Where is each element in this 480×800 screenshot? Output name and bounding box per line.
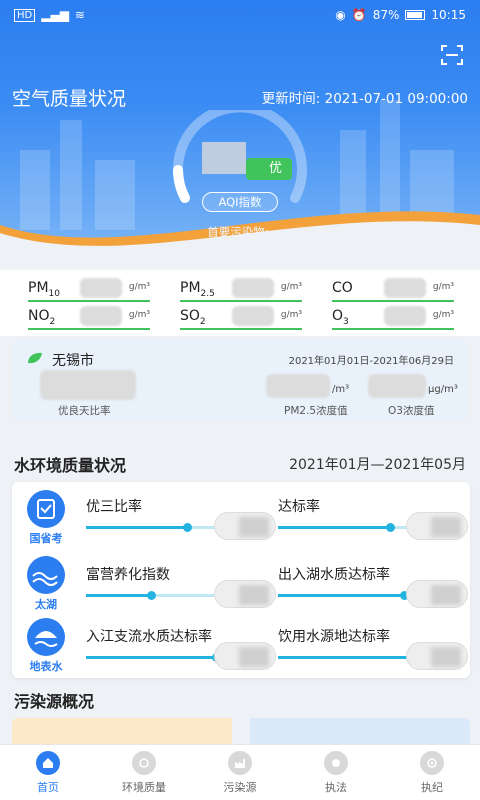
page-title: 空气质量状况: [12, 88, 127, 110]
tab-environment-quality[interactable]: 环境质量: [96, 745, 192, 800]
signal-icon: ▂▄▆: [41, 8, 69, 22]
value-bubble: [406, 642, 468, 670]
tab-label: 执法: [325, 781, 347, 794]
icon-caption: 地表水: [29, 660, 63, 673]
pollutant-name: PM: [28, 280, 49, 296]
pollutant-panel: PM10 g/m³ PM2.5 g/m³ CO g/m³ NO2 g/m³ SO…: [0, 270, 480, 336]
value-bubble: [214, 512, 276, 540]
icon-caption: 国省考: [29, 532, 63, 545]
pollutant-name: SO: [180, 308, 200, 324]
pollutant-name: O: [332, 308, 344, 324]
metric-eutrophication-index[interactable]: 富营养化指数: [86, 564, 276, 608]
pollution-source-title: 污染源概况: [14, 692, 95, 711]
pollutant-unit: g/m³: [128, 310, 150, 320]
alarm-icon: ⏰: [351, 8, 367, 22]
primary-pollutant: 首要污染物:-: [207, 225, 273, 239]
pollutant-sub: 3: [343, 316, 349, 327]
pollutant-no2[interactable]: NO2 g/m³: [28, 304, 150, 330]
value-bubble: [406, 512, 468, 540]
aqi-level-badge: 优: [246, 158, 292, 180]
pollutant-unit: g/m³: [128, 282, 150, 292]
value-bubble: [406, 580, 468, 608]
city-summary-card[interactable]: 无锡市 2021年01月01日-2021年06月29日 优良天比率 /m³ PM…: [14, 340, 466, 422]
factory-icon: [228, 751, 252, 775]
value-bubble: [214, 642, 276, 670]
bottom-tab-bar: 首页 环境质量 污染源 执法 执纪: [0, 744, 480, 800]
metric-drinking-water-compliance[interactable]: 饮用水源地达标率: [278, 626, 468, 670]
o3-unit: μg/m³: [428, 384, 458, 395]
pollutant-o3[interactable]: O3 g/m³: [332, 304, 454, 330]
surface-water-icon[interactable]: 地表水: [22, 618, 70, 674]
metric-lake-inout-compliance[interactable]: 出入湖水质达标率: [278, 564, 468, 608]
tab-home[interactable]: 首页: [0, 745, 96, 800]
taihu-icon[interactable]: 太湖: [22, 556, 70, 612]
value-bubble: [214, 580, 276, 608]
pollutant-name: NO: [28, 308, 50, 324]
pollutant-value: [384, 306, 426, 326]
tab-label: 污染源: [223, 781, 257, 794]
metric-compliance-rate[interactable]: 达标率: [278, 496, 468, 540]
pollutant-value: [80, 278, 122, 298]
metric-tributary-compliance[interactable]: 入江支流水质达标率: [86, 626, 276, 670]
discipline-icon: [420, 751, 444, 775]
pollutant-sub: 10: [48, 288, 60, 299]
pollutant-value: [232, 306, 274, 326]
city-date-range: 2021年01月01日-2021年06月29日: [288, 356, 454, 367]
lake-wave-icon: [27, 556, 65, 594]
leaf-icon: [28, 352, 42, 364]
pollutant-co[interactable]: CO g/m³: [332, 276, 454, 302]
pollutant-value: [232, 278, 274, 298]
tab-label: 首页: [37, 781, 59, 794]
battery-icon: [405, 10, 426, 20]
o3-value: [368, 374, 426, 398]
pollutant-unit: g/m³: [280, 310, 302, 320]
city-name: 无锡市: [52, 353, 94, 369]
pollution-source-cards-peek[interactable]: [12, 718, 470, 744]
battery-percent: 87%: [372, 8, 400, 22]
metric-you-san-ratio[interactable]: 优三比率: [86, 496, 276, 540]
pollutant-so2[interactable]: SO2 g/m³: [180, 304, 302, 330]
pollutant-unit: g/m³: [280, 282, 302, 292]
pollutant-pm25[interactable]: PM2.5 g/m³: [180, 276, 302, 302]
tab-label: 执纪: [421, 781, 443, 794]
update-time: 更新时间: 2021-07-01 09:00:00: [261, 91, 468, 107]
scan-icon[interactable]: [440, 44, 464, 66]
pollutant-name: CO: [332, 280, 353, 296]
environment-icon: [132, 751, 156, 775]
pollutant-value: [384, 278, 426, 298]
pm25-label: PM2.5浓度值: [284, 405, 348, 417]
water-section-title: 水环境质量状况: [14, 456, 127, 475]
icon-caption: 太湖: [35, 598, 57, 611]
pollutant-sub: 2: [49, 316, 56, 327]
pollutant-sub: 2.5: [200, 288, 215, 299]
pollutant-value: [80, 306, 122, 326]
tab-label: 环境质量: [122, 781, 166, 794]
water-date-range[interactable]: 2021年01月—2021年05月: [289, 454, 466, 474]
status-bar: HD ▂▄▆ ≋ ◉ ⏰ 87% 10:15: [0, 0, 480, 30]
good-ratio-label: 优良天比率: [58, 405, 111, 417]
pm25-value: [266, 374, 330, 398]
clock-time: 10:15: [431, 8, 466, 22]
pm25-unit: /m³: [332, 384, 350, 395]
pollutant-sub: 2: [199, 316, 206, 327]
wifi-icon: ≋: [74, 8, 85, 22]
pollutant-pm10[interactable]: PM10 g/m³: [28, 276, 150, 302]
o3-label: O3浓度值: [388, 405, 435, 417]
home-icon: [36, 751, 60, 775]
aqi-label-button[interactable]: AQI指数: [202, 192, 278, 212]
pollutant-name: PM: [180, 280, 201, 296]
water-quality-card: 国省考 优三比率 达标率 太湖 富营养化指数 出入湖水质达标率 地表水 入江支流…: [12, 482, 470, 678]
network-label: HD: [14, 8, 36, 22]
good-ratio-value: [40, 370, 136, 400]
national-provincial-icon[interactable]: 国省考: [22, 490, 70, 546]
shield-icon: [27, 490, 65, 528]
enforcement-icon: [324, 751, 348, 775]
pollutant-unit: g/m³: [432, 282, 454, 292]
tab-discipline[interactable]: 执纪: [384, 745, 480, 800]
eye-icon: ◉: [335, 8, 346, 22]
tab-law-enforcement[interactable]: 执法: [288, 745, 384, 800]
tab-pollution-source[interactable]: 污染源: [192, 745, 288, 800]
pollutant-unit: g/m³: [432, 310, 454, 320]
umbrella-icon: [27, 618, 65, 656]
